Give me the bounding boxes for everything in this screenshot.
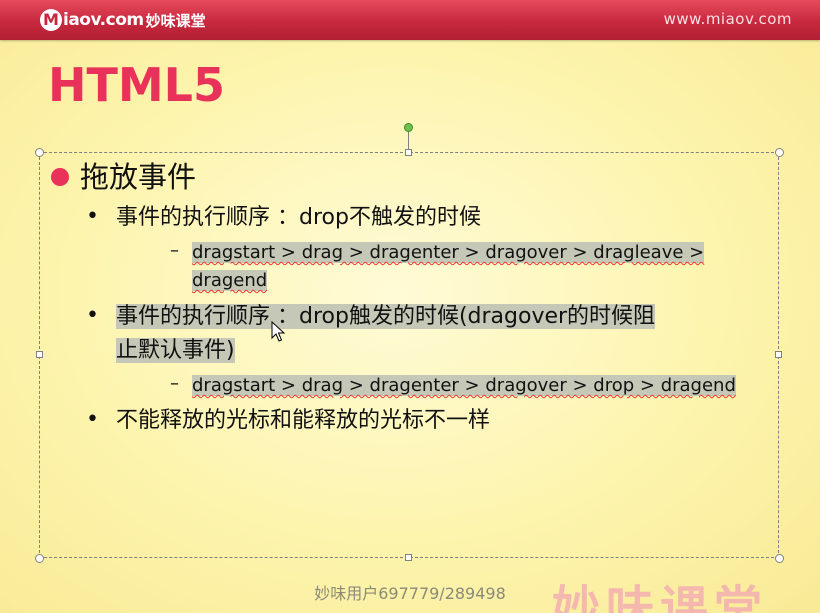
resize-handle-middle-right[interactable] bbox=[775, 351, 782, 358]
watermark-logo: 妙味课堂 bbox=[552, 581, 769, 613]
level1-bullet-text[interactable]: 拖放事件 bbox=[80, 160, 196, 194]
resize-handle-top-left[interactable] bbox=[35, 148, 44, 157]
item2-line1-text: 事件的执行顺序 ：drop触发的时候(dragover的时候阻 bbox=[116, 304, 656, 329]
rotate-connector bbox=[408, 131, 409, 151]
item2-line2-text: 止默认事件) bbox=[116, 338, 235, 363]
item3-text[interactable]: 不能释放的光标和能释放的光标不一样 bbox=[116, 406, 490, 436]
item2-sub-line1[interactable]: dragstart > drag > dragenter > dragover … bbox=[192, 372, 736, 399]
item1-sub-line1-text: dragstart > drag > dragenter > dragover … bbox=[192, 242, 705, 263]
resize-handle-bottom-right[interactable] bbox=[775, 554, 784, 563]
mouse-pointer-icon bbox=[271, 321, 285, 342]
logo-text: iaov.com bbox=[63, 10, 144, 30]
item1-text[interactable]: 事件的执行顺序 ：drop不触发的时候 bbox=[116, 203, 481, 233]
item1-sub-line2[interactable]: dragend bbox=[192, 267, 268, 294]
resize-handle-top-right[interactable] bbox=[775, 148, 784, 157]
item1-sub-line1[interactable]: dragstart > drag > dragenter > dragover … bbox=[192, 239, 705, 266]
resize-handle-bottom-left[interactable] bbox=[35, 554, 44, 563]
logo-cn-text: 妙味课堂 bbox=[145, 11, 206, 30]
bullet-point-icon: • bbox=[86, 407, 99, 432]
site-url: www.miaov.com bbox=[663, 10, 792, 28]
slide-canvas: M iaov.com 妙味课堂 www.miaov.com HTML5 拖放事件… bbox=[0, 0, 820, 613]
item2-line2[interactable]: 止默认事件) bbox=[116, 336, 235, 366]
item2-sub-line1-text: dragstart > drag > dragenter > dragover … bbox=[192, 375, 736, 396]
dash-bullet-icon: – bbox=[170, 240, 179, 261]
item2-line1[interactable]: 事件的执行顺序 ：drop触发的时候(dragover的时候阻 bbox=[116, 302, 656, 332]
resize-handle-middle-left[interactable] bbox=[36, 351, 43, 358]
bullet-dot-icon bbox=[51, 168, 69, 186]
logo-mark: M bbox=[40, 9, 62, 31]
slide-title[interactable]: HTML5 bbox=[48, 62, 225, 108]
item1-sub-line2-text: dragend bbox=[192, 270, 268, 291]
resize-handle-top-center[interactable] bbox=[405, 149, 412, 156]
bullet-point-icon: • bbox=[86, 303, 99, 328]
rotate-handle[interactable] bbox=[404, 123, 413, 132]
header-bar: M iaov.com 妙味课堂 www.miaov.com bbox=[0, 0, 820, 40]
resize-handle-bottom-center[interactable] bbox=[405, 554, 412, 561]
dash-bullet-icon: – bbox=[170, 373, 179, 394]
bullet-point-icon: • bbox=[86, 204, 99, 229]
miaov-logo: M iaov.com 妙味课堂 bbox=[40, 6, 206, 34]
